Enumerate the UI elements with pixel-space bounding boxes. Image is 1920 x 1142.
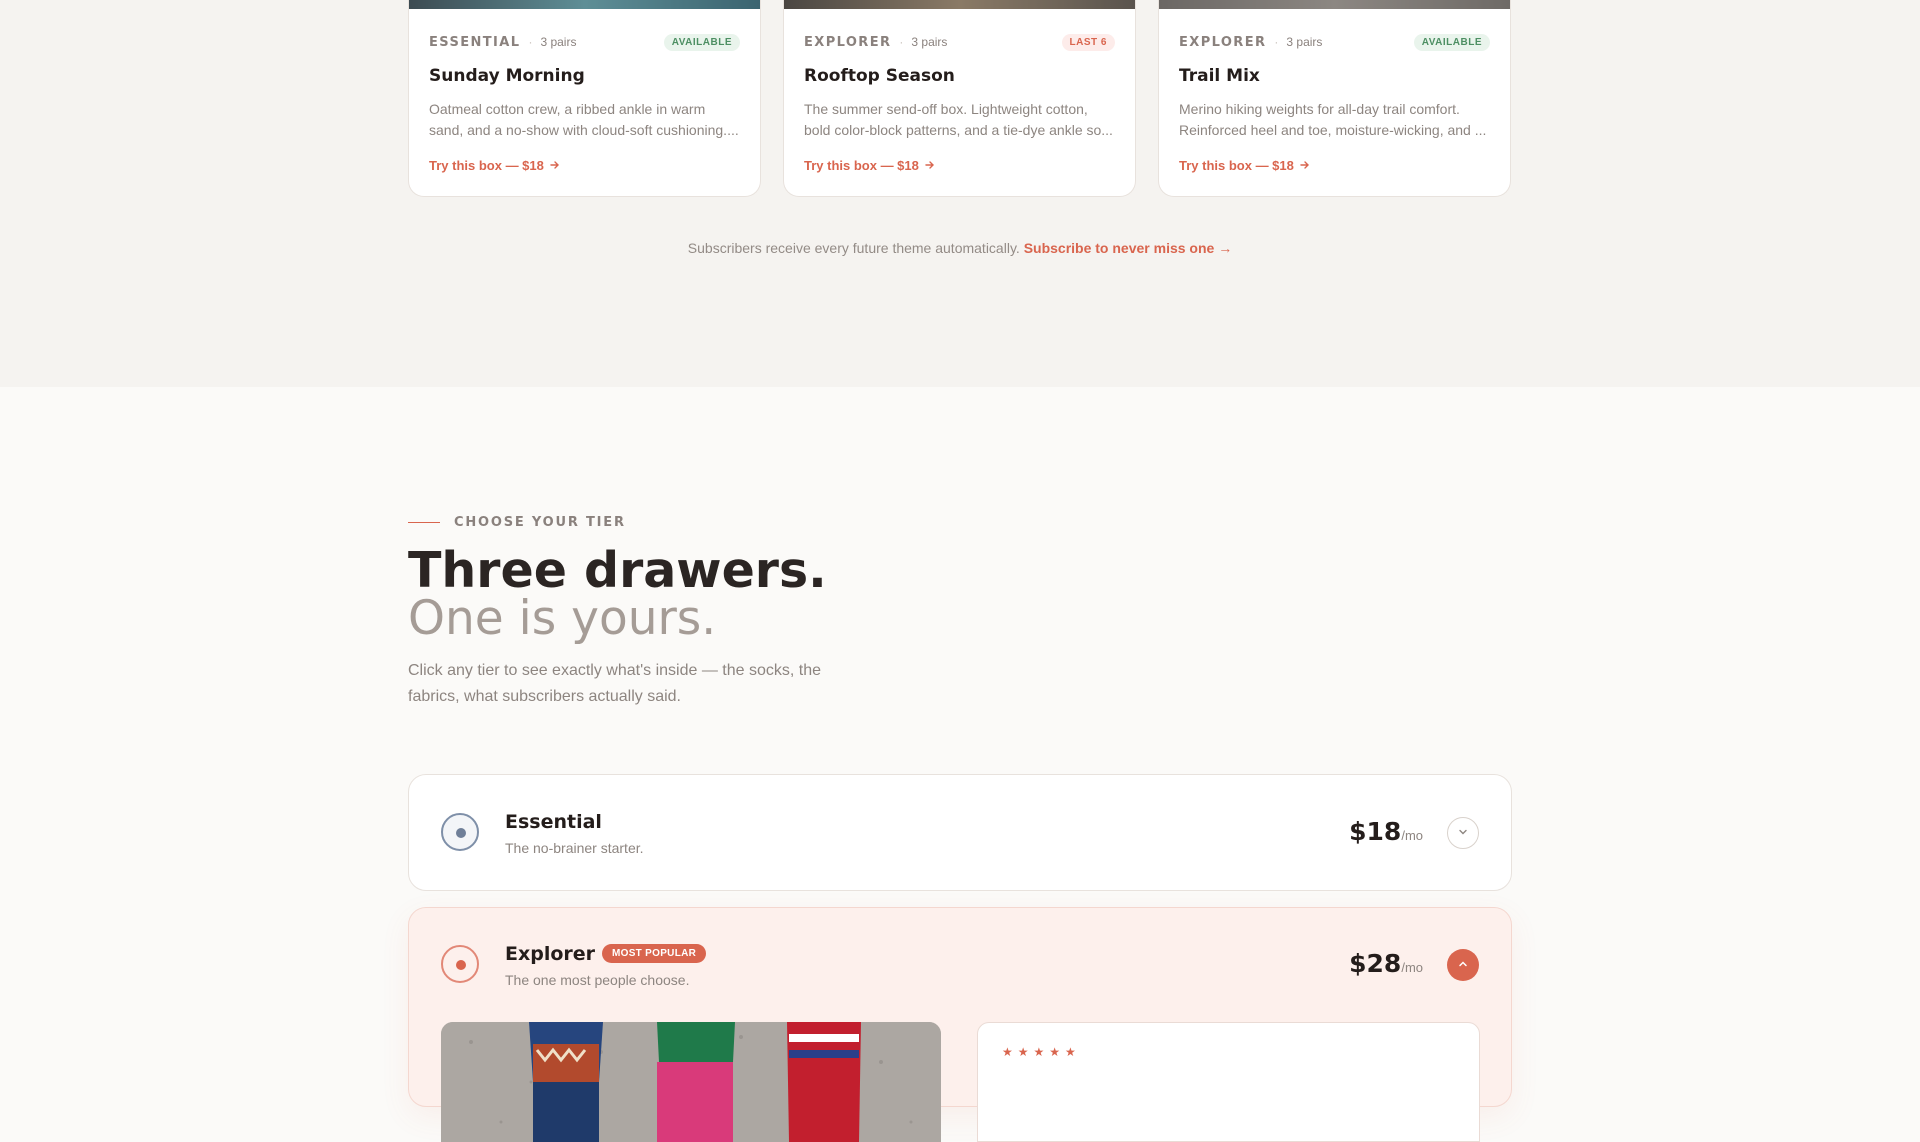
section-lede: Click any tier to see exactly what's ins…	[408, 662, 822, 705]
price-amount: $28	[1349, 949, 1402, 978]
card-tier: ESSENTIAL	[429, 34, 521, 50]
eyebrow-rule	[408, 522, 440, 523]
theme-card-trail-mix[interactable]: EXPLORER · 3 pairs AVAILABLE Trail Mix M…	[1158, 0, 1511, 197]
separator-dot: ·	[1274, 35, 1279, 49]
card-title: Sunday Morning	[429, 66, 585, 86]
tier-price: $28 /mo	[1349, 949, 1423, 978]
theme-card-rooftop-season[interactable]: EXPLORER · 3 pairs LAST 6 Rooftop Season…	[783, 0, 1136, 197]
card-title: Rooftop Season	[804, 66, 955, 86]
subscribe-link[interactable]: Subscribe to never miss one →	[1024, 240, 1233, 256]
separator-dot: ·	[528, 35, 533, 49]
section-subheadline: One is yours.	[408, 591, 717, 646]
try-box-label: Try this box — $18	[429, 158, 544, 173]
subscribe-text: Subscribers receive every future theme a…	[687, 240, 1020, 256]
try-box-link[interactable]: Try this box — $18	[804, 158, 935, 173]
try-box-link[interactable]: Try this box — $18	[429, 158, 560, 173]
price-period: /mo	[1401, 960, 1423, 975]
card-title: Trail Mix	[1179, 66, 1260, 86]
separator-dot: ·	[899, 35, 904, 49]
status-badge: AVAILABLE	[1413, 33, 1490, 51]
card-pairs: 3 pairs	[1286, 35, 1323, 49]
collapse-toggle[interactable]	[1447, 949, 1479, 981]
card-image	[784, 0, 1135, 9]
tier-explorer[interactable]: Explorer MOST POPULAR The one most peopl…	[408, 907, 1512, 1142]
rating-stars-icon: ★★★★★	[1002, 1045, 1081, 1059]
card-tier: EXPLORER	[804, 34, 892, 50]
tier-name: Essential	[505, 811, 602, 833]
price-period: /mo	[1401, 828, 1423, 843]
tier-radio-icon[interactable]	[441, 945, 479, 983]
card-image	[1159, 0, 1510, 9]
subscribe-note: Subscribers receive every future theme a…	[0, 240, 1920, 256]
subscriber-review-card: ★★★★★	[977, 1022, 1480, 1142]
status-badge: LAST 6	[1061, 33, 1115, 51]
tier-socks-photo	[441, 1022, 941, 1142]
try-box-link[interactable]: Try this box — $18	[1179, 158, 1310, 173]
try-box-label: Try this box — $18	[804, 158, 919, 173]
tier-radio-icon[interactable]	[441, 813, 479, 851]
expand-toggle[interactable]	[1447, 817, 1479, 849]
card-pairs: 3 pairs	[540, 35, 577, 49]
chevron-up-icon	[1458, 956, 1468, 974]
most-popular-badge: MOST POPULAR	[602, 944, 707, 963]
card-description: Merino hiking weights for all-day trail …	[1179, 101, 1487, 138]
eyebrow-label: CHOOSE YOUR TIER	[454, 515, 626, 530]
tier-price: $18 /mo	[1349, 817, 1423, 846]
chevron-down-icon	[1458, 824, 1468, 842]
price-amount: $18	[1349, 817, 1402, 846]
tier-essential[interactable]: Essential The no-brainer starter. $18 /m…	[408, 774, 1512, 891]
card-pairs: 3 pairs	[911, 35, 948, 49]
arrow-right-icon	[550, 158, 560, 173]
tier-subtitle: The one most people choose.	[505, 972, 690, 988]
tier-subtitle: The no-brainer starter.	[505, 840, 644, 856]
card-image	[409, 0, 760, 9]
arrow-right-icon	[925, 158, 935, 173]
tier-name: Explorer	[505, 943, 596, 965]
theme-card-sunday-morning[interactable]: ESSENTIAL · 3 pairs AVAILABLE Sunday Mor…	[408, 0, 761, 197]
card-description: Oatmeal cotton crew, a ribbed ankle in w…	[429, 101, 739, 138]
try-box-label: Try this box — $18	[1179, 158, 1294, 173]
arrow-right-icon	[1300, 158, 1310, 173]
status-badge: AVAILABLE	[663, 33, 740, 51]
card-tier: EXPLORER	[1179, 34, 1267, 50]
section-eyebrow: CHOOSE YOUR TIER	[408, 515, 626, 530]
card-description: The summer send-off box. Lightweight cot…	[804, 101, 1113, 138]
